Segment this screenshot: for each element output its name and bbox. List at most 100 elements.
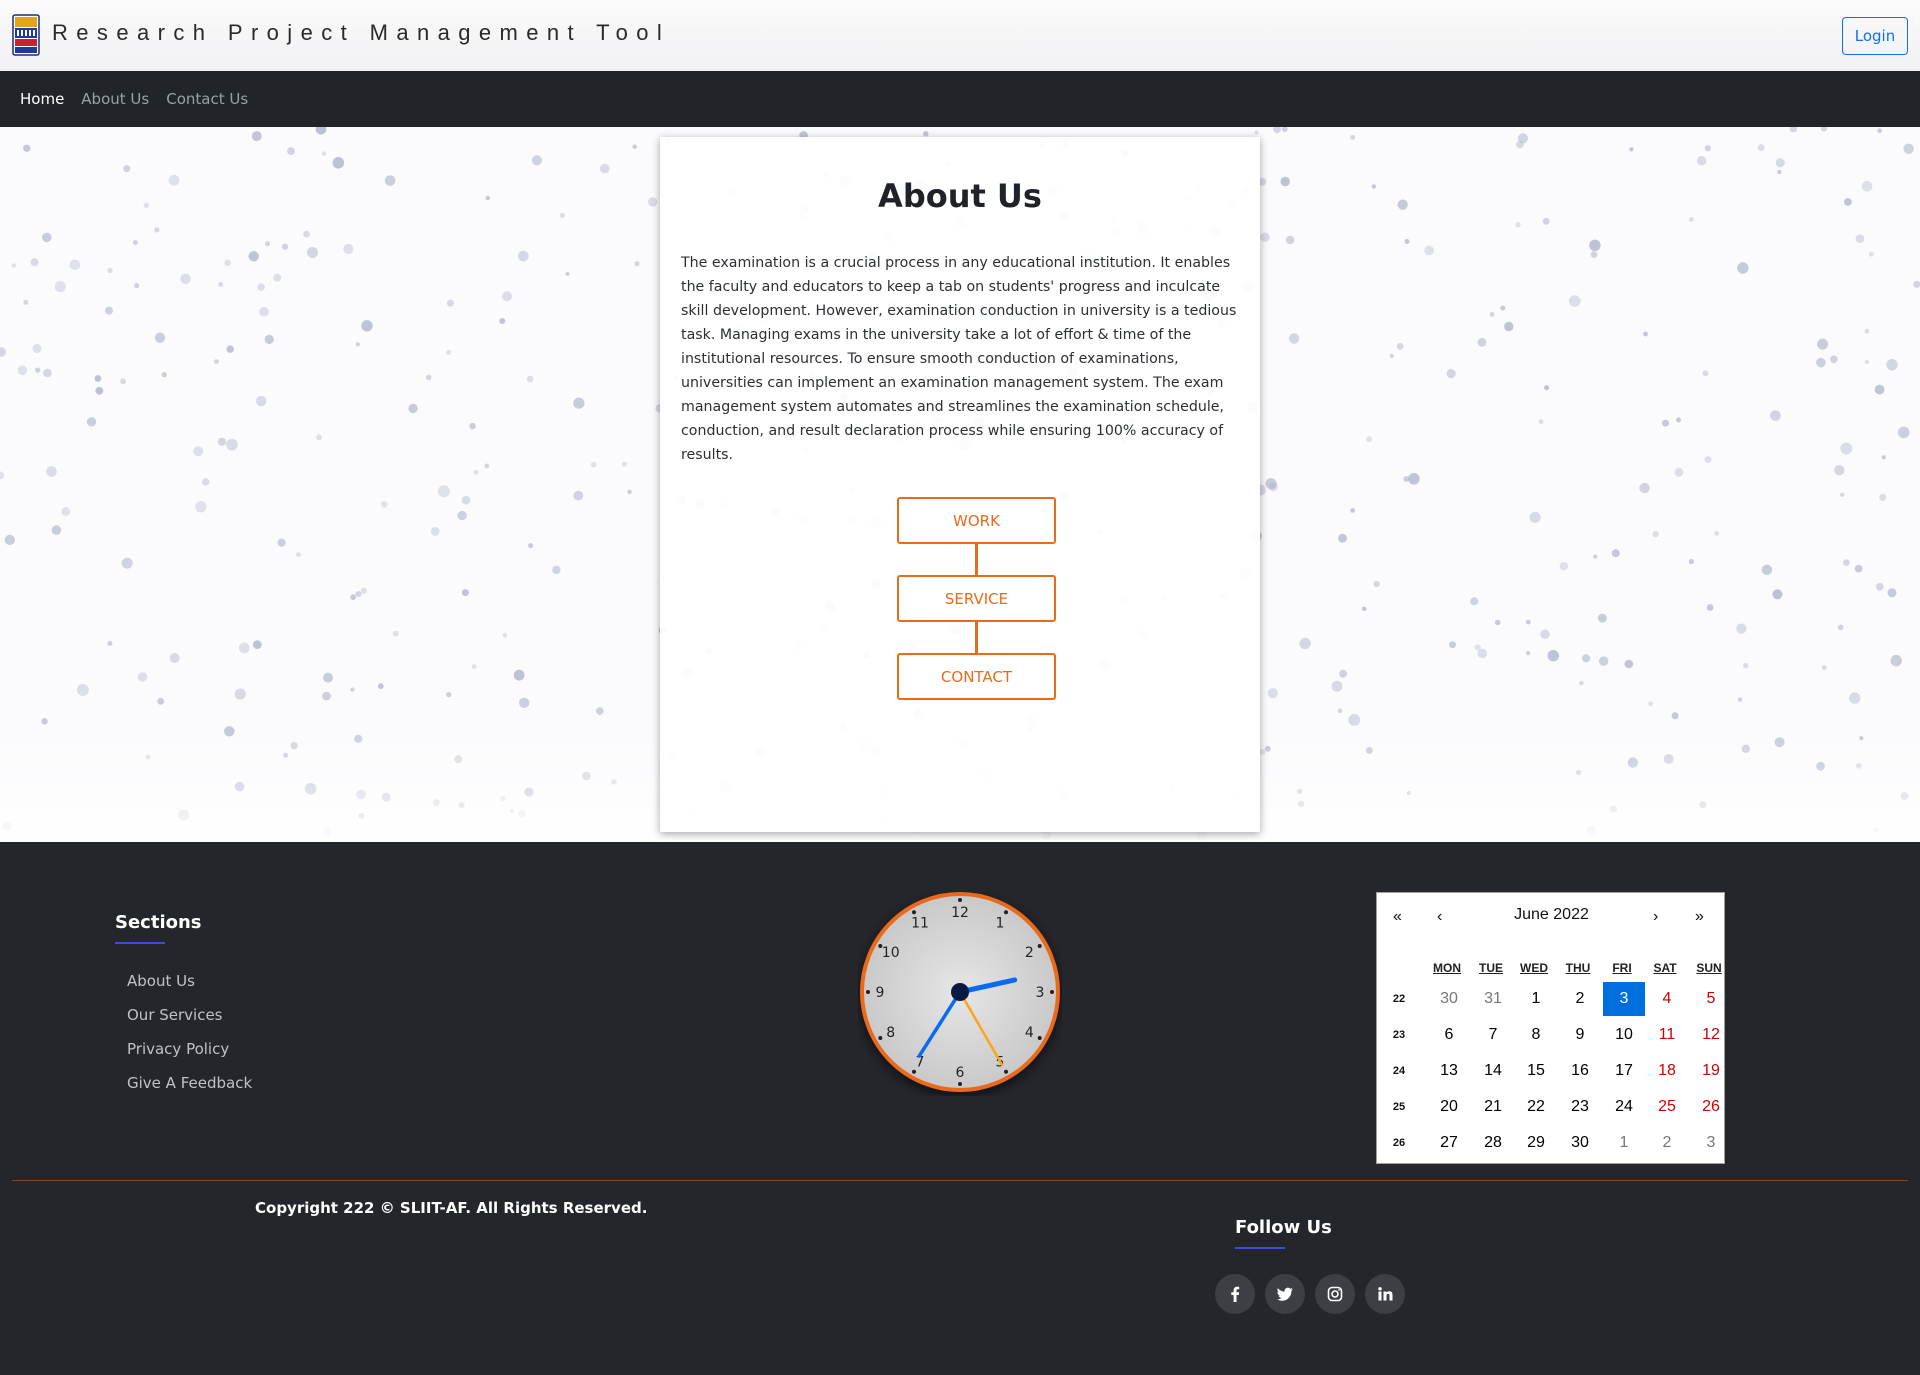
calendar-day[interactable]: 1 (1603, 1126, 1645, 1160)
copyright-text: Copyright 222 © SLIIT-AF. All Rights Res… (255, 1199, 648, 1217)
calendar-day[interactable]: 29 (1515, 1126, 1557, 1160)
contact-button[interactable]: CONTACT (897, 653, 1056, 700)
linkedin-icon[interactable] (1365, 1274, 1405, 1314)
calendar-week-number: 26 (1392, 1137, 1406, 1149)
clock-tick (958, 898, 962, 902)
calendar-day[interactable]: 1 (1515, 982, 1557, 1016)
analog-clock: 121234567891011 (860, 892, 1060, 1092)
calendar-day[interactable]: 31 (1472, 982, 1514, 1016)
calendar-day[interactable]: 14 (1472, 1054, 1514, 1088)
calendar-day[interactable]: 15 (1515, 1054, 1557, 1088)
clock-tick (1037, 944, 1042, 948)
footer-link-feedback[interactable]: Give A Feedback (127, 1074, 252, 1108)
calendar-weekday-header: THU (1565, 961, 1591, 975)
footer-link-services[interactable]: Our Services (127, 1006, 252, 1040)
calendar-day[interactable]: 23 (1559, 1090, 1601, 1124)
calendar-weekday-header: SAT (1653, 961, 1677, 975)
calendar-day[interactable]: 5 (1690, 982, 1732, 1016)
calendar-weekday-header: MON (1433, 961, 1461, 975)
about-title: About Us (878, 177, 1042, 215)
calendar-day[interactable]: 25 (1646, 1090, 1688, 1124)
heading-underline (115, 942, 165, 944)
clock-number: 2 (1025, 945, 1034, 961)
calendar-day[interactable]: 4 (1646, 982, 1688, 1016)
calendar-day[interactable]: 12 (1690, 1018, 1732, 1052)
calendar-day[interactable]: 28 (1472, 1126, 1514, 1160)
calendar-day[interactable]: 20 (1428, 1090, 1470, 1124)
clock-number: 9 (876, 985, 885, 1001)
calendar-day[interactable]: 22 (1515, 1090, 1557, 1124)
calendar-day[interactable]: 8 (1515, 1018, 1557, 1052)
calendar-day[interactable]: 18 (1646, 1054, 1688, 1088)
calendar-day[interactable]: 27 (1428, 1126, 1470, 1160)
calendar-day[interactable]: 17 (1603, 1054, 1645, 1088)
clock-tick (1004, 910, 1008, 915)
clock-tick (1037, 1036, 1042, 1040)
calendar-day[interactable]: 2 (1646, 1126, 1688, 1160)
clock-tick (958, 1082, 962, 1086)
about-text: The examination is a crucial process in … (681, 255, 1237, 463)
footer-link-privacy[interactable]: Privacy Policy (127, 1040, 252, 1074)
calendar-week-number: 23 (1392, 1029, 1406, 1041)
calendar-week-number: 25 (1392, 1101, 1406, 1113)
calendar-weekday-header: TUE (1479, 961, 1503, 975)
calendar-day[interactable]: 21 (1472, 1090, 1514, 1124)
flow-connector (975, 622, 978, 653)
calendar-day[interactable]: 2 (1559, 982, 1601, 1016)
calendar-month-label[interactable]: June 2022 (1377, 906, 1726, 924)
next-year-button[interactable]: » (1695, 908, 1704, 926)
login-button[interactable]: Login (1842, 17, 1908, 55)
clock-tick (912, 910, 916, 915)
main-navbar: Home About Us Contact Us (0, 71, 1920, 127)
clock-number: 11 (911, 916, 929, 932)
calendar-day[interactable]: 9 (1559, 1018, 1601, 1052)
next-month-button[interactable]: › (1653, 908, 1658, 926)
calendar-day[interactable]: 30 (1428, 982, 1470, 1016)
nav-home-link[interactable]: Home (20, 90, 64, 108)
calendar-day[interactable]: 6 (1428, 1018, 1470, 1052)
calendar-weekday-header: FRI (1612, 961, 1632, 975)
clock-center-pin (951, 983, 969, 1001)
instagram-icon[interactable] (1315, 1274, 1355, 1314)
nav-contact-link[interactable]: Contact Us (166, 90, 248, 108)
calendar-day[interactable]: 7 (1472, 1018, 1514, 1052)
facebook-icon[interactable] (1215, 1274, 1255, 1314)
calendar-day[interactable]: 19 (1690, 1054, 1732, 1088)
twitter-icon[interactable] (1265, 1274, 1305, 1314)
clock-number: 3 (1036, 985, 1045, 1001)
clock-number: 1 (996, 916, 1005, 932)
clock-tick (1004, 1069, 1008, 1074)
nav-about-link[interactable]: About Us (81, 90, 149, 108)
calendar-widget: « ‹ June 2022 › » MON TUE WED THU FRI SAT SUN 2… (1376, 892, 1725, 1164)
calendar-day[interactable]: 24 (1603, 1090, 1645, 1124)
service-button[interactable]: SERVICE (897, 575, 1056, 622)
clock-tick (1050, 990, 1054, 994)
calendar-weekday-header: SUN (1696, 961, 1722, 975)
calendar-day[interactable]: 30 (1559, 1126, 1601, 1160)
footer: Sections About Us Our Services Privacy P… (0, 842, 1920, 1375)
work-button[interactable]: WORK (897, 497, 1056, 544)
flow-connector (975, 544, 978, 575)
calendar-day[interactable]: 26 (1690, 1090, 1732, 1124)
app-title: Research Project Management Tool (52, 20, 671, 45)
clock-number: 4 (1025, 1025, 1034, 1041)
calendar-day[interactable]: 16 (1559, 1054, 1601, 1088)
clock-tick (878, 1036, 883, 1040)
clock-number: 6 (956, 1065, 965, 1081)
clock-number: 12 (951, 905, 969, 921)
calendar-day[interactable]: 3 (1603, 982, 1645, 1016)
follow-us-heading: Follow Us (1235, 1217, 1332, 1238)
calendar-day[interactable]: 13 (1428, 1054, 1470, 1088)
section-links: About Us Our Services Privacy Policy Giv… (127, 972, 252, 1108)
footer-link-about[interactable]: About Us (127, 972, 252, 1006)
calendar-day[interactable]: 10 (1603, 1018, 1645, 1052)
calendar-day[interactable]: 11 (1646, 1018, 1688, 1052)
clock-tick (866, 990, 870, 994)
sections-heading: Sections (115, 912, 202, 933)
calendar-day[interactable]: 3 (1690, 1126, 1732, 1160)
clock-number: 10 (882, 945, 900, 961)
footer-divider (12, 1180, 1908, 1181)
university-logo-icon (12, 14, 40, 56)
heading-underline (1235, 1247, 1285, 1249)
clock-number: 8 (886, 1025, 895, 1041)
